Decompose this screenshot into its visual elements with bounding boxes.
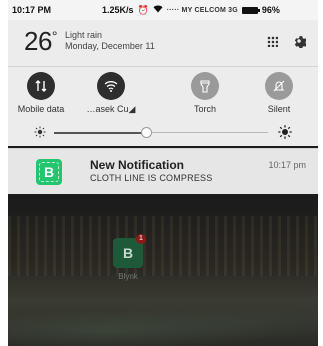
brightness-high-icon: [278, 125, 292, 139]
status-time: 10:17 PM: [12, 5, 52, 15]
app-label: Blynk: [118, 272, 138, 281]
date-label: Monday, December 11: [65, 41, 155, 51]
phone-screen: 10:17 PM 1.25K/s ⏰ ····· MY CELCOM 3G 96…: [8, 0, 318, 346]
notification-time: 10:17 pm: [268, 160, 306, 170]
silent-icon: [265, 72, 293, 100]
quick-settings-panel: 26° Light rain Monday, December 11 Mobil…: [8, 20, 318, 146]
quick-tiles: Mobile data …asek Cu◢ Torch Silent: [8, 72, 318, 122]
network-speed: 1.25K/s: [102, 5, 134, 15]
battery-percent: 96%: [261, 5, 280, 15]
brightness-track[interactable]: [146, 132, 268, 133]
notification-body: CLOTH LINE IS COMPRESS: [90, 173, 213, 183]
tile-torch[interactable]: Torch: [170, 72, 240, 114]
grid-icon[interactable]: [267, 35, 278, 47]
shade-divider: [8, 66, 318, 67]
mobile-data-icon: [27, 72, 55, 100]
brightness-low-icon: [34, 126, 46, 138]
gear-icon[interactable]: [292, 34, 306, 48]
home-screen-background: B 1 Blynk: [8, 196, 318, 346]
notification-card[interactable]: B New Notification CLOTH LINE IS COMPRES…: [8, 148, 318, 194]
status-bar: 10:17 PM 1.25K/s ⏰ ····· MY CELCOM 3G 96…: [8, 0, 318, 20]
brightness-slider-thumb[interactable]: [141, 127, 152, 138]
tile-wifi[interactable]: …asek Cu◢: [76, 72, 146, 115]
carrier-name: ····· MY CELCOM 3G: [166, 6, 238, 14]
notification-title: New Notification: [90, 158, 185, 172]
temperature: 26°: [24, 25, 58, 56]
wifi-status-icon: [153, 5, 163, 15]
weather-condition: Light rain: [65, 30, 103, 40]
brightness-control: [8, 124, 318, 144]
blynk-app-icon: B: [36, 159, 62, 185]
torch-icon: [191, 72, 219, 100]
battery-icon: [241, 6, 260, 14]
brightness-track-filled: [54, 132, 146, 134]
tile-silent[interactable]: Silent: [244, 72, 314, 114]
notification-badge: 1: [136, 234, 146, 244]
wifi-icon: [97, 72, 125, 100]
tile-mobile-data[interactable]: Mobile data: [8, 72, 76, 114]
alarm-icon: ⏰: [137, 4, 149, 15]
